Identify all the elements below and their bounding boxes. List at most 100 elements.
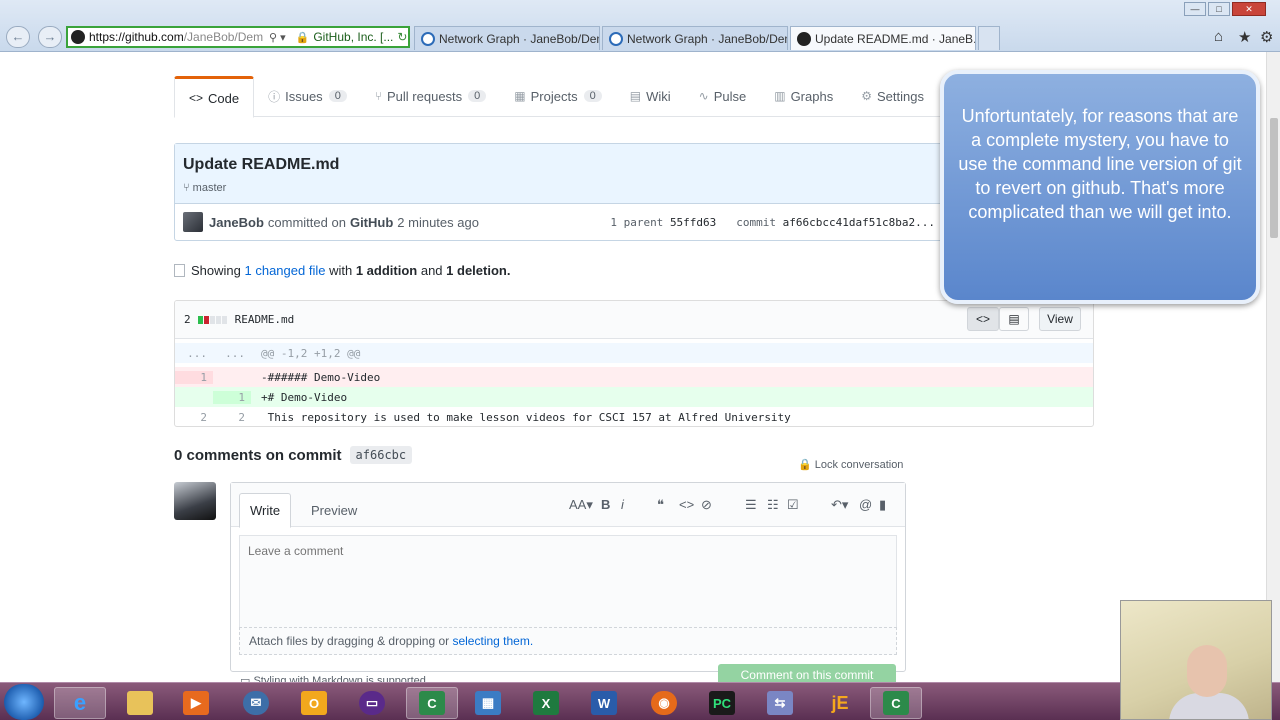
file-diff: 2 README.md <> ▤ View ... ... @@ -1,2 +1… (174, 300, 1094, 427)
quote-icon[interactable]: ❝ (657, 497, 664, 513)
parent-sha-link[interactable]: 55ffd63 (670, 216, 716, 229)
view-file-button[interactable]: View (1039, 307, 1081, 331)
additions-count: 1 addition (355, 263, 418, 278)
github-favicon-icon (71, 30, 85, 44)
source-view-button[interactable]: <> (967, 307, 999, 331)
branch-icon: ⑂ (183, 182, 190, 194)
tab-wiki[interactable]: ▤ Wiki (616, 76, 685, 116)
tab-code[interactable]: <> Code (174, 76, 255, 118)
taskbar-camtasia-icon[interactable]: C (406, 687, 458, 719)
taskbar-firefox-icon[interactable]: ◉ (638, 687, 690, 719)
forward-button[interactable]: → (38, 26, 62, 48)
lock-conversation-button[interactable]: 🔒 Lock conversation (798, 458, 903, 471)
tab-label: Projects (530, 88, 578, 104)
author-link[interactable]: JaneBob (209, 215, 264, 230)
webcam-overlay (1120, 600, 1272, 720)
code-icon[interactable]: <> (679, 497, 694, 512)
tab-graphs[interactable]: ▥ Graphs (760, 76, 847, 116)
file-diff-icon (174, 264, 185, 277)
favorites-star-icon[interactable]: ★ (1238, 28, 1251, 46)
taskbar-excel-icon[interactable]: X (520, 687, 572, 719)
italic-icon[interactable]: i (621, 497, 624, 512)
commit-sha-info: commit af66cbcc41daf51c8ba2... (736, 216, 935, 229)
tab-network-graph-1[interactable]: Network Graph · JaneBob/Dem... (414, 26, 600, 50)
reply-icon[interactable]: ↶▾ (831, 497, 848, 513)
deletions-count: 1 deletion. (446, 263, 511, 278)
minimize-button[interactable]: — (1184, 2, 1206, 16)
start-button[interactable] (4, 684, 44, 720)
home-icon[interactable]: ⌂ (1214, 28, 1223, 45)
new-tab-button[interactable] (978, 26, 1000, 50)
tab-update-readme[interactable]: Update README.md · JaneB... ✕ (790, 26, 976, 50)
back-button[interactable]: ← (6, 26, 30, 48)
comments-title: 0 comments on commit (174, 446, 342, 464)
tab-network-graph-2[interactable]: Network Graph · JaneBob/Dem... (602, 26, 788, 50)
counter-badge: 0 (328, 90, 347, 102)
mention-icon[interactable]: @ (859, 497, 872, 512)
commit-label: commit (736, 215, 777, 229)
tab-label: Issues (285, 88, 323, 104)
taskbar-word-icon[interactable]: W (578, 687, 630, 719)
tab-pull-requests[interactable]: ⑂ Pull requests 0 (361, 76, 500, 116)
expand-icon[interactable]: ... (175, 347, 213, 360)
new-line-number[interactable]: 1 (213, 390, 251, 404)
text-size-icon[interactable]: AA▾ (569, 497, 593, 513)
address-bar[interactable]: https://github.com/JaneBob/Dem ⚲ ▾ 🔒 Git… (66, 26, 410, 48)
counter-badge: 0 (468, 90, 487, 102)
bold-icon[interactable]: B (601, 497, 610, 512)
pull-request-icon: ⑂ (374, 89, 383, 103)
taskbar-explorer-icon[interactable] (114, 687, 166, 719)
commit-sha: af66cbcc41daf51c8ba2... (782, 215, 935, 229)
taskbar-network-icon[interactable]: ▦ (462, 687, 514, 719)
taskbar-app-icon[interactable]: ▭ (346, 687, 398, 719)
search-icon[interactable]: ⚲ ▾ (269, 31, 286, 44)
attach-files-area[interactable]: Attach files by dragging & dropping or s… (239, 627, 897, 655)
taskbar-outlook-icon[interactable]: O (288, 687, 340, 719)
rich-view-button[interactable]: ▤ (999, 307, 1029, 331)
comment-editor: Write Preview AA▾ B i ❝ <> ⊘ ☰ ☷ ☑ ↶▾ @ … (230, 482, 906, 672)
maximize-button[interactable]: □ (1208, 2, 1230, 16)
select-files-link[interactable]: selecting them. (452, 634, 533, 648)
file-name[interactable]: README.md (235, 313, 295, 326)
taskbar-ie-icon[interactable]: e (54, 687, 106, 719)
user-avatar[interactable] (174, 482, 216, 520)
close-window-button[interactable]: ✕ (1232, 2, 1266, 16)
bookmark-icon[interactable]: ▮ (879, 497, 886, 513)
vertical-scrollbar[interactable] (1266, 52, 1280, 682)
comments-heading: 0 comments on commit af66cbc (174, 446, 413, 464)
tab-pulse[interactable]: ∿ Pulse (685, 76, 761, 116)
link-icon[interactable]: ⊘ (701, 497, 712, 513)
old-line-number[interactable]: 2 (175, 411, 213, 424)
taskbar-jedit-icon[interactable]: jE (814, 687, 866, 719)
settings-gear-icon[interactable]: ⚙ (1260, 28, 1273, 46)
diff-line-text: -###### Demo-Video (261, 370, 381, 384)
taskbar-camtasia-recorder-icon[interactable]: C (870, 687, 922, 719)
comment-textarea[interactable] (239, 535, 897, 627)
bullet-list-icon[interactable]: ☰ (745, 497, 757, 513)
taskbar-media-icon[interactable]: ▶ (170, 687, 222, 719)
tab-write[interactable]: Write (239, 493, 292, 528)
tab-settings[interactable]: ⚙ Settings (847, 76, 938, 116)
new-line-number[interactable]: 2 (213, 411, 251, 424)
taskbar-pycharm-icon[interactable]: PC (696, 687, 748, 719)
old-line-number[interactable]: 1 (175, 370, 213, 384)
tab-issues[interactable]: ⓘ Issues 0 (254, 76, 361, 116)
diff-line-context: 2 2 This repository is used to make less… (175, 407, 1093, 426)
task-list-icon[interactable]: ☑ (787, 497, 799, 513)
tab-preview[interactable]: Preview (301, 493, 367, 528)
scrollbar-thumb[interactable] (1270, 118, 1278, 238)
commit-sha-badge: af66cbc (349, 446, 413, 464)
ie-page-icon (609, 31, 623, 46)
tab-projects[interactable]: ▦ Projects 0 (500, 76, 615, 116)
branch-name[interactable]: master (193, 182, 227, 194)
counter-badge: 0 (583, 90, 602, 102)
diff-block-add (197, 315, 203, 324)
taskbar-thunderbird-icon[interactable]: ✉ (230, 687, 282, 719)
tab-label: Pulse (713, 88, 747, 104)
author-avatar[interactable] (183, 212, 203, 232)
graph-icon: ▥ (774, 89, 786, 103)
changed-files-link[interactable]: 1 changed file (245, 263, 326, 278)
refresh-icon[interactable]: ↻ (397, 30, 407, 44)
taskbar-putty-icon[interactable]: ⇆ (754, 687, 806, 719)
numbered-list-icon[interactable]: ☷ (767, 497, 779, 513)
